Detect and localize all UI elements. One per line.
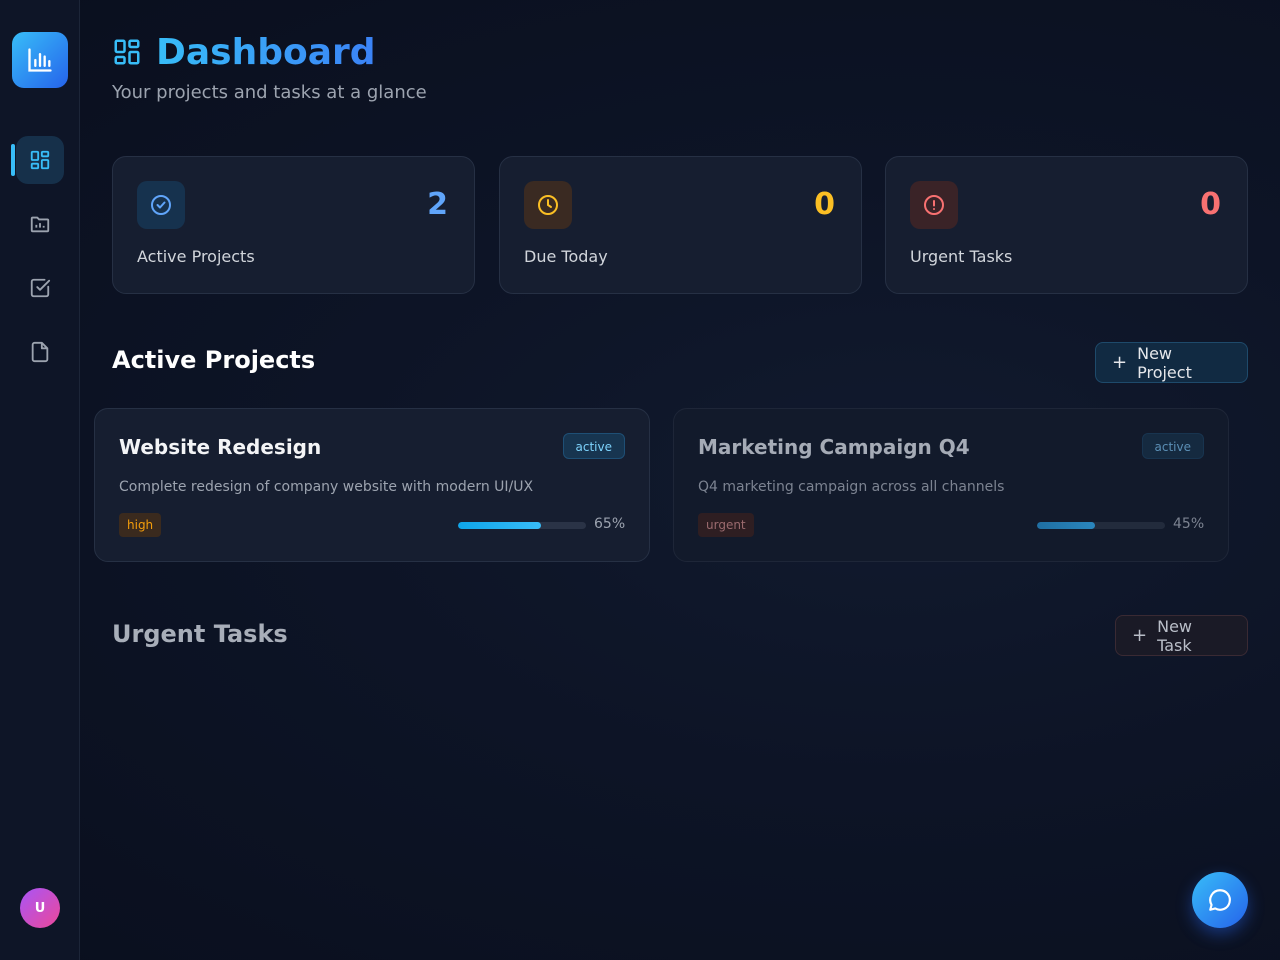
grid-icon [30, 150, 50, 170]
plus-icon: + [1112, 352, 1128, 373]
page-title: Dashboard [156, 31, 376, 73]
stat-value: 0 [814, 187, 835, 222]
project-card-marketing-campaign-q4[interactable]: Marketing Campaign Q4 active Q4 marketin… [673, 408, 1229, 562]
stat-label: Urgent Tasks [910, 247, 1013, 266]
project-name: Marketing Campaign Q4 [698, 435, 970, 459]
project-description: Complete redesign of company website wit… [119, 479, 534, 495]
grid-icon [114, 39, 140, 65]
clock-icon [538, 195, 558, 215]
app-logo[interactable] [12, 32, 68, 88]
progress-percent: 65% [594, 516, 626, 532]
chat-bubble-icon [1209, 889, 1231, 911]
sidebar: U [0, 0, 80, 960]
progress-fill [458, 522, 542, 529]
folder-icon [30, 216, 50, 233]
new-task-label: New Task [1157, 616, 1192, 655]
project-status-badge: active [1141, 433, 1204, 459]
priority-badge: urgent [698, 513, 754, 537]
section-title-urgent-tasks: Urgent Tasks [112, 620, 288, 648]
stat-icon-container [137, 181, 185, 229]
app-root: U Dashboard Your projects and tasks at a… [0, 0, 1280, 960]
progress-percent: 45% [1173, 516, 1205, 532]
priority-badge: high [119, 513, 162, 537]
sidebar-item-documents[interactable] [16, 328, 64, 376]
sidebar-item-projects[interactable] [16, 200, 64, 248]
new-project-label: New Project [1137, 343, 1192, 382]
project-name: Website Redesign [119, 435, 322, 459]
active-nav-indicator [11, 144, 15, 176]
project-status-badge: active [562, 433, 625, 459]
project-card-website-redesign[interactable]: Website Redesign active Complete redesig… [94, 408, 650, 562]
stat-card-due-today[interactable]: 0 Due Today [499, 156, 862, 294]
stat-label: Due Today [524, 247, 608, 266]
bar-chart-icon [28, 48, 52, 72]
progress-bar [1037, 522, 1165, 529]
new-project-button[interactable]: + New Project [1095, 342, 1248, 383]
chat-button[interactable] [1192, 872, 1248, 928]
user-avatar[interactable]: U [20, 888, 60, 928]
stat-label: Active Projects [137, 247, 255, 266]
section-title-active-projects: Active Projects [112, 346, 316, 374]
stat-card-active-projects[interactable]: 2 Active Projects [112, 156, 475, 294]
stat-value: 0 [1200, 187, 1221, 222]
project-description: Q4 marketing campaign across all channel… [698, 479, 1005, 495]
checkbox-icon [30, 278, 51, 298]
stat-value: 2 [427, 187, 448, 222]
stat-icon-container [524, 181, 572, 229]
stat-card-urgent-tasks[interactable]: 0 Urgent Tasks [885, 156, 1248, 294]
file-icon [31, 341, 49, 363]
progress-fill [1037, 522, 1095, 529]
progress-bar [458, 522, 586, 529]
check-circle-icon [151, 195, 171, 215]
plus-icon: + [1132, 625, 1148, 646]
alert-circle-icon [924, 195, 944, 215]
sidebar-item-dashboard[interactable] [16, 136, 64, 184]
page-subtitle: Your projects and tasks at a glance [112, 82, 427, 103]
page-header: Dashboard [112, 30, 376, 74]
sidebar-item-tasks[interactable] [16, 264, 64, 312]
stat-icon-container [910, 181, 958, 229]
new-task-button[interactable]: + New Task [1115, 615, 1248, 656]
